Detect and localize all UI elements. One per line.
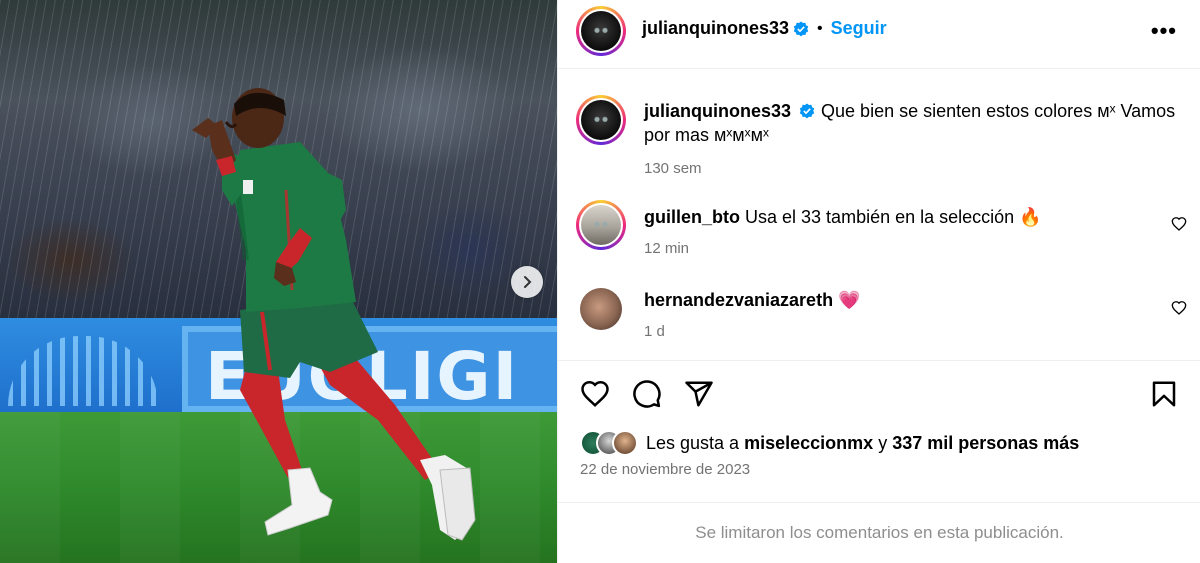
follow-button[interactable]: Seguir: [831, 18, 887, 39]
likes-joiner: y: [878, 432, 888, 453]
like-comment-icon[interactable]: [1171, 216, 1187, 232]
post-header: julianquinones33 • Seguir •••: [558, 0, 1200, 69]
commenter-avatar[interactable]: [580, 288, 622, 330]
verified-badge-icon: [793, 21, 809, 36]
likes-prefix: Les gusta a: [646, 432, 740, 453]
post-date: 22 de noviembre de 2023: [580, 461, 751, 478]
post-sidebar: julianquinones33 • Seguir ••• julianquin…: [557, 0, 1200, 563]
comment-text: 💗: [838, 290, 861, 310]
caption-time: 130 sem: [644, 160, 702, 177]
author-username[interactable]: julianquinones33: [642, 18, 789, 39]
separator-dot: •: [817, 19, 823, 37]
likes-count[interactable]: 337 mil personas más: [892, 433, 1079, 453]
player-figure: [192, 88, 476, 541]
comment-text: Usa el 33 también en la selección 🔥: [745, 207, 1042, 227]
commenter-avatar[interactable]: [576, 200, 626, 250]
comments-limited-notice: Se limitaron los comentarios en esta pub…: [558, 502, 1200, 563]
comment-item: hernandezvaniazareth 💗 1 d: [558, 276, 1200, 356]
post-media: EUOLIGI: [0, 0, 557, 563]
more-options-icon[interactable]: •••: [1151, 18, 1177, 44]
bookmark-icon[interactable]: [1149, 379, 1179, 409]
heart-icon[interactable]: [580, 379, 610, 409]
like-comment-icon[interactable]: [1171, 300, 1187, 316]
comment-item: guillen_bto Usa el 33 también en la sele…: [558, 192, 1200, 272]
caption-username[interactable]: julianquinones33: [644, 101, 791, 121]
next-media-button[interactable]: [511, 266, 543, 298]
comment-icon[interactable]: [632, 379, 662, 409]
comment-time: 1 d: [644, 323, 665, 340]
author-avatar[interactable]: [576, 6, 626, 56]
caption-avatar[interactable]: [576, 95, 626, 145]
comment-time: 12 min: [644, 240, 690, 257]
liker-avatar[interactable]: [612, 430, 638, 456]
likes-text: Les gusta a miseleccionmx y 337 mil pers…: [646, 433, 1079, 454]
verified-badge-icon: [799, 103, 815, 119]
commenter-username[interactable]: hernandezvaniazareth: [644, 290, 833, 310]
share-icon[interactable]: [684, 379, 714, 409]
likes-user[interactable]: miseleccionmx: [744, 433, 873, 453]
action-bar: [558, 360, 1200, 430]
likes-summary: Les gusta a miseleccionmx y 337 mil pers…: [580, 430, 1079, 456]
commenter-username[interactable]: guillen_bto: [644, 207, 740, 227]
next-arrow-icon: [524, 276, 532, 288]
